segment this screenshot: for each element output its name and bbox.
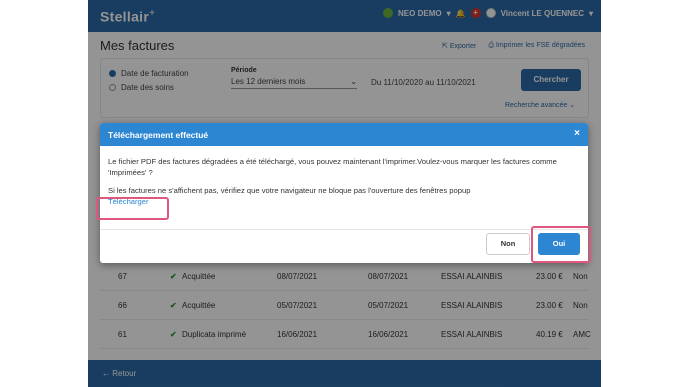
highlight-download xyxy=(96,197,169,220)
modal-popup-hint: Si les factures ne s'affichent pas, véri… xyxy=(108,186,471,195)
no-button[interactable]: Non xyxy=(486,233,530,255)
modal-message: Le fichier PDF des factures dégradées a … xyxy=(108,157,557,177)
close-icon[interactable]: × xyxy=(574,128,580,139)
modal-title: Téléchargement effectué xyxy=(108,130,209,140)
modal-body: Le fichier PDF des factures dégradées a … xyxy=(100,146,588,207)
modal-header: Téléchargement effectué × xyxy=(100,123,588,146)
download-modal: Téléchargement effectué × Le fichier PDF… xyxy=(100,123,588,263)
highlight-yes xyxy=(531,226,591,263)
modal-divider xyxy=(100,229,588,230)
